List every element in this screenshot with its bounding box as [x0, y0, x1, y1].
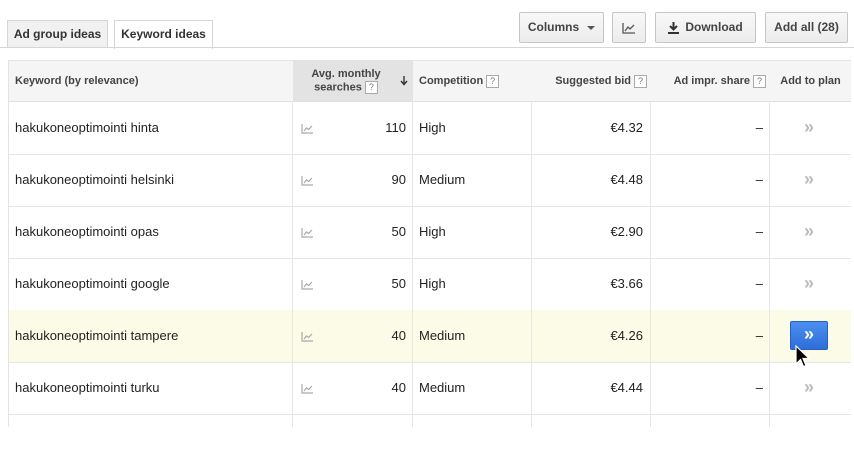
add-to-plan-button[interactable]: »: [770, 206, 848, 258]
avg-monthly-searches-cell: 50: [391, 276, 406, 291]
add-to-plan-button[interactable]: »: [770, 154, 848, 206]
line-chart-icon[interactable]: [301, 123, 314, 134]
suggested-bid-cell: €4.48: [610, 172, 643, 187]
column-divider: [531, 101, 532, 427]
tab-divider: [0, 47, 854, 48]
add-all-label: Add all (28): [774, 20, 839, 34]
keyword-cell: hakukoneoptimointi helsinki: [15, 172, 174, 187]
table-row[interactable]: hakukoneoptimointi opas 50 High €2.90 –»: [9, 206, 851, 259]
column-divider: [650, 101, 651, 427]
competition-cell: Medium: [419, 172, 466, 187]
keyword-cell: hakukoneoptimointi turku: [15, 380, 160, 395]
avg-monthly-searches-cell: 40: [391, 380, 406, 395]
help-icon[interactable]: ?: [364, 81, 378, 94]
table-row[interactable]: hakukoneoptimointi google 50 High €3.66 –»: [9, 258, 851, 311]
header-impr-label: Ad impr. share: [673, 75, 750, 87]
column-divider: [412, 101, 413, 427]
header-searches-line2: searches: [314, 81, 362, 94]
table-header: Keyword (by relevance) Avg. monthly sear…: [9, 61, 851, 102]
avg-monthly-searches-cell: 90: [391, 172, 406, 187]
help-icon[interactable]: ?: [486, 74, 500, 88]
ad-impr-share-cell: –: [755, 172, 763, 187]
header-bid-label: Suggested bid: [555, 75, 631, 87]
keyword-cell: hakukoneoptimointi tampere: [15, 328, 179, 343]
chart-toggle-button[interactable]: [612, 12, 646, 43]
header-competition[interactable]: Competition?: [419, 61, 534, 101]
add-to-plan-button[interactable]: »: [770, 258, 848, 310]
line-chart-icon[interactable]: [301, 227, 314, 238]
chevron-down-icon: [587, 25, 596, 30]
avg-monthly-searches-cell: 40: [391, 328, 406, 343]
columns-label: Columns: [527, 20, 580, 34]
header-suggested-bid[interactable]: Suggested bid?: [532, 61, 647, 101]
competition-cell: Medium: [419, 380, 466, 395]
download-label: Download: [685, 20, 743, 34]
keyword-cell: hakukoneoptimointi opas: [15, 224, 159, 239]
line-chart-icon[interactable]: [301, 175, 314, 186]
add-to-plan-button[interactable]: »: [770, 102, 848, 154]
download-icon: [668, 21, 680, 34]
column-divider: [292, 101, 293, 427]
line-chart-icon[interactable]: [301, 279, 314, 290]
suggested-bid-cell: €3.66: [610, 276, 643, 291]
column-divider: [769, 101, 770, 427]
tab-ad-group-ideas[interactable]: Ad group ideas: [7, 20, 108, 47]
download-button[interactable]: Download: [655, 12, 756, 43]
line-chart-icon: [622, 22, 635, 34]
ad-impr-share-cell: –: [755, 276, 763, 291]
suggested-bid-cell: €2.90: [610, 224, 643, 239]
header-ad-impr-share[interactable]: Ad impr. share?: [651, 61, 766, 101]
add-all-button[interactable]: Add all (28): [765, 12, 848, 43]
ad-impr-share-cell: –: [755, 224, 763, 239]
competition-cell: Medium: [419, 328, 466, 343]
mouse-pointer-icon: [795, 345, 811, 368]
keyword-ideas-table: Keyword (by relevance) Avg. monthly sear…: [8, 60, 851, 427]
table-row: [9, 414, 851, 466]
header-searches-line1: Avg. monthly: [311, 68, 381, 80]
sort-desc-icon: [400, 76, 408, 86]
competition-cell: High: [419, 224, 446, 239]
columns-button[interactable]: Columns: [519, 12, 604, 43]
ad-impr-share-cell: –: [755, 328, 763, 343]
table-row[interactable]: hakukoneoptimointi helsinki 90 Medium €4.48…: [9, 154, 851, 207]
suggested-bid-cell: €4.32: [610, 120, 643, 135]
header-add-label: Add to plan: [780, 75, 841, 87]
table-row[interactable]: hakukoneoptimointi turku 40 Medium €4.44 –»: [9, 362, 851, 415]
keyword-cell: hakukoneoptimointi google: [15, 276, 170, 291]
ad-impr-share-cell: –: [755, 380, 763, 395]
header-competition-label: Competition: [419, 75, 484, 87]
header-add-to-plan: Add to plan: [770, 61, 851, 101]
keyword-cell: hakukoneoptimointi hinta: [15, 120, 159, 135]
header-avg-monthly-searches[interactable]: Avg. monthly searches?: [293, 61, 413, 101]
line-chart-icon[interactable]: [301, 331, 314, 342]
table-row[interactable]: hakukoneoptimointi hinta 110 High €4.32 –»: [9, 102, 851, 155]
help-icon[interactable]: ?: [753, 74, 766, 88]
ad-impr-share-cell: –: [755, 120, 763, 135]
tab-keyword-ideas[interactable]: Keyword ideas: [114, 20, 213, 49]
help-icon[interactable]: ?: [634, 74, 647, 88]
competition-cell: High: [419, 276, 446, 291]
avg-monthly-searches-cell: 110: [385, 120, 406, 135]
avg-monthly-searches-cell: 50: [391, 224, 406, 239]
suggested-bid-cell: €4.26: [610, 328, 643, 343]
header-keyword-label: Keyword (by relevance): [15, 75, 139, 87]
competition-cell: High: [419, 120, 446, 135]
add-to-plan-button[interactable]: »: [770, 362, 848, 414]
table-row[interactable]: hakukoneoptimointi tampere 40 Medium €4.26 –…: [9, 310, 851, 363]
line-chart-icon[interactable]: [301, 383, 314, 394]
header-keyword[interactable]: Keyword (by relevance): [15, 61, 285, 101]
suggested-bid-cell: €4.44: [610, 380, 643, 395]
